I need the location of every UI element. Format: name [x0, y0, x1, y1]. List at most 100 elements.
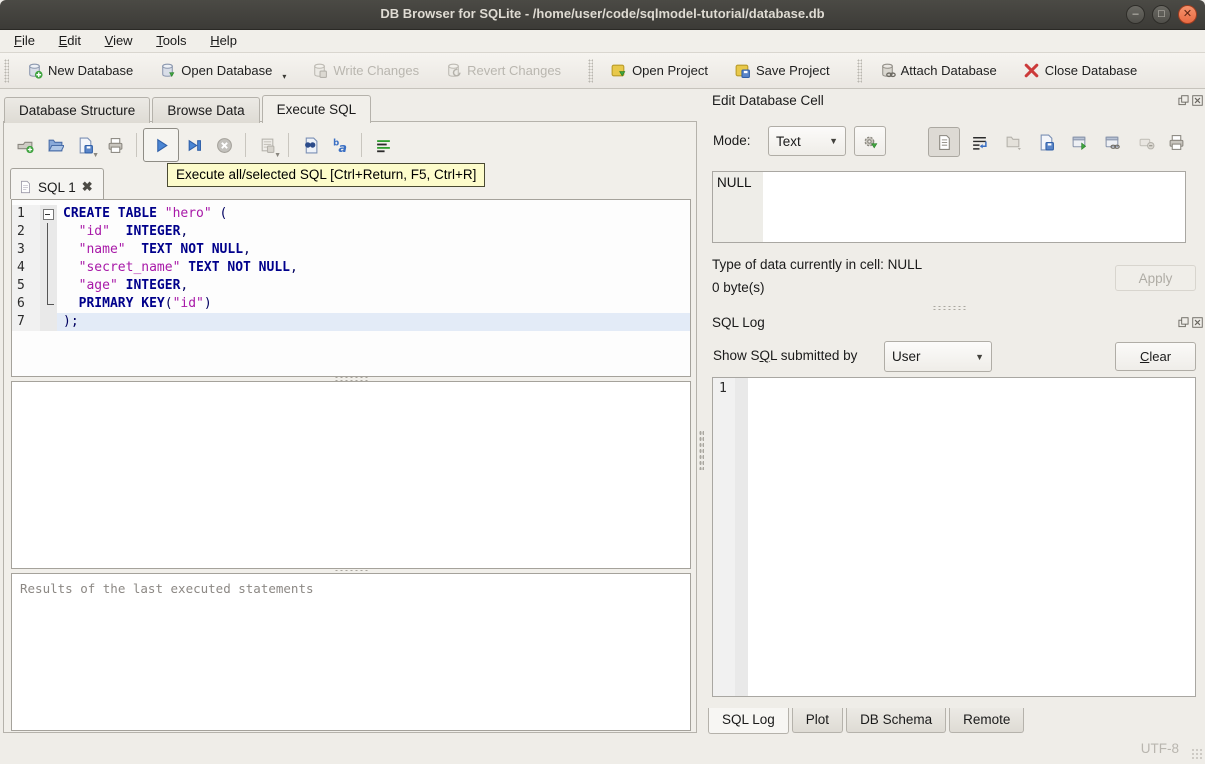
database-attach-icon: [881, 63, 896, 78]
sql-log-area[interactable]: 1: [712, 377, 1196, 697]
find-icon: [304, 137, 317, 153]
tab-database-structure[interactable]: Database Structure: [4, 97, 151, 123]
tab-plot[interactable]: Plot: [791, 708, 844, 733]
line-number: 3: [12, 241, 40, 259]
toggle-comment-icon: [376, 139, 390, 152]
save-results-dropdown-arrow[interactable]: ▼: [274, 152, 281, 159]
text-mode-icon: [938, 134, 950, 150]
tab-remote[interactable]: Remote: [949, 708, 1025, 733]
set-null-button[interactable]: [1133, 129, 1159, 155]
results-message-area[interactable]: Results of the last executed statements: [11, 573, 691, 731]
line-number: 5: [12, 277, 40, 295]
format-sql-icon: b a: [333, 138, 347, 154]
save-project-button[interactable]: Save Project: [726, 58, 838, 83]
cell-size-info: 0 byte(s): [712, 280, 765, 295]
open-database-dropdown-arrow[interactable]: ▾: [282, 72, 286, 81]
stop-sql-button[interactable]: [209, 130, 239, 160]
open-project-button[interactable]: Open Project: [602, 58, 716, 83]
menu-edit[interactable]: Edit: [49, 30, 91, 52]
tab-sql-log[interactable]: SQL Log: [708, 708, 789, 734]
tab-browse-data[interactable]: Browse Data: [152, 97, 260, 123]
menu-help[interactable]: Help: [200, 30, 247, 52]
attach-database-button[interactable]: Attach Database: [871, 58, 1005, 83]
code-line-current: 7);: [12, 313, 690, 331]
stop-icon: [216, 137, 232, 153]
project-open-icon: [611, 64, 626, 77]
close-panel-icon[interactable]: [1192, 95, 1203, 106]
execute-line-icon: [188, 139, 201, 151]
right-dock: Edit Database Cell Mode: Text ▼ NULL Typ…: [704, 89, 1205, 764]
clear-log-button[interactable]: Clear: [1115, 342, 1196, 371]
menu-file[interactable]: File: [4, 30, 45, 52]
new-sql-tab-button[interactable]: [10, 130, 40, 160]
sql-log-title: SQL Log: [712, 315, 765, 330]
link-button[interactable]: [1099, 129, 1125, 155]
open-database-button[interactable]: Open Database ▾: [151, 58, 286, 83]
database-close-icon: [1024, 63, 1039, 78]
save-sql-file-button[interactable]: ▼: [70, 130, 100, 160]
sql-log-filter-combobox[interactable]: User ▼: [884, 341, 992, 372]
minimize-button[interactable]: –: [1126, 5, 1145, 24]
toolbar-separator: [136, 133, 137, 157]
close-sql-tab-icon[interactable]: ✖: [82, 179, 93, 195]
revert-changes-button[interactable]: Revert Changes: [437, 58, 569, 83]
splitter-handle[interactable]: [932, 305, 966, 310]
sql-document-icon: [21, 180, 30, 194]
toggle-comment-button[interactable]: [368, 130, 398, 160]
open-external-icon: [1072, 136, 1086, 150]
window-title: DB Browser for SQLite - /home/user/code/…: [380, 6, 825, 21]
maximize-button[interactable]: □: [1152, 5, 1171, 24]
format-sql-button[interactable]: b a: [325, 130, 355, 160]
sql-code-editor[interactable]: 1 CREATE TABLE "hero" ( 2 "id" INTEGER, 3…: [11, 199, 691, 377]
export-file-button[interactable]: [1033, 129, 1059, 155]
write-changes-button[interactable]: Write Changes: [303, 58, 427, 83]
close-panel-icon[interactable]: [1192, 317, 1203, 328]
float-panel-icon[interactable]: [1178, 95, 1189, 106]
resize-grip[interactable]: [1191, 748, 1203, 760]
tab-execute-sql[interactable]: Execute SQL: [261, 95, 372, 123]
line-number: 4: [12, 259, 40, 277]
toolbar-drag-handle[interactable]: [588, 58, 594, 83]
word-wrap-button[interactable]: [966, 129, 992, 155]
menu-tools[interactable]: Tools: [146, 30, 196, 52]
print-cell-icon: [1169, 134, 1183, 150]
open-sql-file-button[interactable]: [40, 130, 70, 160]
tab-db-schema[interactable]: DB Schema: [846, 708, 947, 733]
word-wrap-icon: [972, 136, 987, 150]
fold-marker-icon[interactable]: [40, 205, 57, 223]
toolbar-drag-handle[interactable]: [856, 58, 862, 83]
export-file-icon: [1040, 134, 1054, 150]
sql-1-tab[interactable]: SQL 1 ✖: [10, 168, 104, 199]
close-database-button[interactable]: Close Database: [1015, 58, 1146, 83]
line-number: 1: [12, 205, 40, 223]
float-panel-icon[interactable]: [1178, 317, 1189, 328]
new-database-button[interactable]: New Database: [18, 58, 141, 83]
save-sql-dropdown-arrow[interactable]: ▼: [92, 152, 99, 159]
link-icon: [1105, 136, 1120, 149]
execute-line-button[interactable]: [179, 130, 209, 160]
code-line: 4 "secret_name" TEXT NOT NULL,: [12, 259, 690, 277]
toolbar-drag-handle[interactable]: [4, 58, 9, 83]
results-grid[interactable]: [11, 381, 691, 569]
close-button[interactable]: ✕: [1178, 5, 1197, 24]
open-sql-file-icon: [47, 139, 64, 151]
log-line-number: 1: [713, 378, 735, 696]
mode-label: Mode:: [713, 133, 751, 148]
cell-value-editor[interactable]: NULL: [712, 171, 1186, 243]
auto-apply-button[interactable]: [854, 126, 886, 156]
print-sql-button[interactable]: [100, 130, 130, 160]
menu-view[interactable]: View: [95, 30, 143, 52]
execute-sql-button[interactable]: [143, 128, 179, 162]
line-number: 6: [12, 295, 40, 313]
import-file-button[interactable]: [1000, 129, 1026, 155]
print-cell-button[interactable]: [1163, 129, 1189, 155]
auto-apply-icon: [864, 136, 877, 148]
text-mode-button[interactable]: [928, 127, 960, 157]
find-button[interactable]: [295, 130, 325, 160]
save-results-button[interactable]: ▼: [252, 130, 282, 160]
chevron-down-icon: ▼: [829, 136, 838, 146]
database-revert-icon: [448, 63, 461, 77]
apply-button[interactable]: Apply: [1115, 265, 1196, 291]
open-external-button[interactable]: [1066, 129, 1092, 155]
mode-combobox[interactable]: Text ▼: [768, 126, 846, 156]
